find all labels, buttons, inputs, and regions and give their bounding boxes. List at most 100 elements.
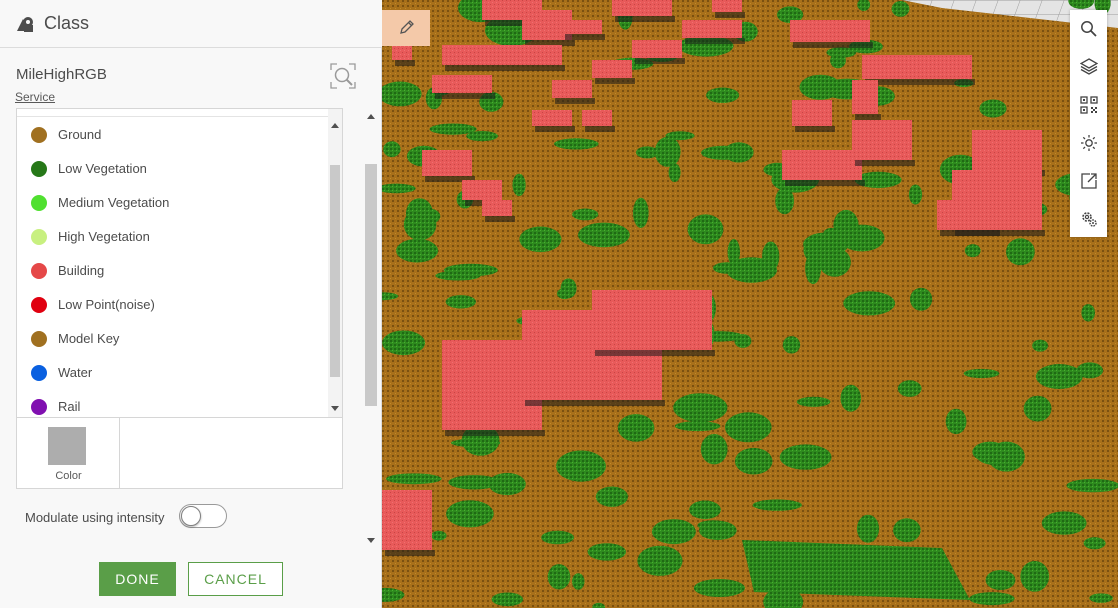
- vegetation-points: [431, 530, 447, 541]
- building-shadow: [485, 216, 515, 222]
- class-item[interactable]: High Vegetation: [17, 220, 328, 254]
- symbol-properties: Color: [16, 418, 343, 489]
- building-shadow: [555, 98, 595, 104]
- vegetation-points: [1035, 364, 1083, 389]
- vegetation-points: [396, 238, 439, 263]
- building-shadow: [855, 160, 915, 166]
- vegetation-points: [945, 408, 967, 435]
- vegetation-points: [893, 518, 921, 543]
- class-list-scrollbar[interactable]: [328, 109, 342, 417]
- vegetation-points: [386, 473, 442, 485]
- vegetation-points: [856, 514, 880, 543]
- color-picker[interactable]: Color: [17, 418, 120, 488]
- modulate-label: Modulate using intensity: [25, 510, 165, 525]
- class-item[interactable]: Model Key: [17, 322, 328, 356]
- vegetation-points: [1081, 304, 1095, 322]
- vegetation-points: [805, 252, 822, 285]
- vegetation-points: [823, 235, 873, 247]
- class-item[interactable]: Medium Vegetation: [17, 186, 328, 220]
- vegetation-points: [843, 291, 896, 316]
- cancel-button[interactable]: CANCEL: [188, 562, 283, 596]
- class-item[interactable]: Rail: [17, 390, 328, 417]
- class-label: Low Vegetation: [58, 161, 147, 176]
- vegetation-points: [742, 540, 970, 600]
- building-points: [422, 150, 472, 176]
- class-item[interactable]: Building: [17, 254, 328, 288]
- share-button[interactable]: [1070, 162, 1107, 199]
- vegetation-points: [578, 222, 630, 248]
- vegetation-points: [633, 197, 649, 228]
- scene-view[interactable]: [382, 0, 1118, 608]
- scroll-down-arrow-icon[interactable]: [367, 538, 375, 543]
- point-cloud-scene[interactable]: [382, 0, 1118, 608]
- scroll-down-arrow-icon[interactable]: [331, 406, 339, 411]
- building-points: [852, 120, 912, 160]
- class-item[interactable]: Ground: [17, 118, 328, 152]
- class-label: Ground: [58, 127, 102, 142]
- vegetation-points: [1076, 362, 1104, 379]
- vegetation-points: [572, 208, 599, 221]
- class-label: Rail: [58, 399, 81, 414]
- building-shadow: [865, 79, 975, 85]
- building-shadow: [585, 126, 615, 132]
- building-shadow: [595, 78, 635, 84]
- building-shadow: [685, 38, 745, 44]
- layers-icon: [1080, 58, 1098, 75]
- building-shadow: [565, 34, 605, 40]
- settings-button[interactable]: [1070, 200, 1107, 237]
- panel-header: Class: [0, 0, 382, 48]
- building-shadow: [715, 12, 745, 18]
- building-shadow: [855, 114, 881, 120]
- building-points: [712, 0, 742, 12]
- class-color-dot: [31, 161, 47, 177]
- building-points: [552, 80, 592, 98]
- scroll-thumb[interactable]: [365, 164, 377, 406]
- qr-code-button[interactable]: [1070, 86, 1107, 123]
- map-toolbar: [1070, 10, 1107, 237]
- building-points: [972, 130, 1042, 170]
- vegetation-points: [429, 123, 477, 135]
- building-points: [790, 20, 870, 42]
- building-shadow: [615, 16, 675, 22]
- vegetation-points: [651, 519, 696, 545]
- class-item[interactable]: Water: [17, 356, 328, 390]
- building-points: [782, 150, 862, 180]
- vegetation-points: [1041, 511, 1087, 535]
- vegetation-points: [779, 444, 832, 470]
- layer-name: MileHighRGB: [16, 66, 107, 83]
- color-swatch[interactable]: [48, 427, 86, 465]
- zoom-to-layer-icon[interactable]: [329, 62, 357, 90]
- class-item[interactable]: Low Vegetation: [17, 152, 328, 186]
- panel-scrollbar[interactable]: [364, 108, 378, 548]
- vegetation-points: [796, 396, 831, 407]
- daylight-button[interactable]: [1070, 124, 1107, 161]
- layers-button[interactable]: [1070, 47, 1107, 84]
- class-label: Low Point(noise): [58, 297, 155, 312]
- vegetation-points: [830, 52, 846, 69]
- building-shadow: [445, 65, 565, 71]
- scroll-up-arrow-icon[interactable]: [367, 114, 375, 119]
- vegetation-points: [673, 393, 728, 423]
- vegetation-points: [519, 226, 562, 253]
- building-shadow: [595, 350, 715, 356]
- building-points: [592, 60, 632, 78]
- pencil-icon: [400, 20, 414, 34]
- vegetation-points: [840, 384, 862, 412]
- building-points: [532, 110, 572, 126]
- service-link[interactable]: Service: [15, 90, 55, 104]
- done-button[interactable]: DONE: [99, 562, 176, 596]
- class-item[interactable]: Low Point(noise): [17, 288, 328, 322]
- edit-button[interactable]: [382, 10, 430, 46]
- modulate-toggle[interactable]: [179, 504, 227, 528]
- vegetation-points: [1089, 593, 1113, 603]
- building-points: [442, 45, 562, 65]
- scroll-thumb[interactable]: [330, 165, 340, 377]
- building-shadow: [785, 180, 865, 186]
- search-button[interactable]: [1070, 10, 1107, 47]
- vegetation-points: [700, 434, 728, 465]
- scroll-up-arrow-icon[interactable]: [331, 123, 339, 128]
- class-color-dot: [31, 127, 47, 143]
- vegetation-points: [405, 198, 434, 230]
- class-color-dot: [31, 331, 47, 347]
- vegetation-points: [818, 247, 851, 277]
